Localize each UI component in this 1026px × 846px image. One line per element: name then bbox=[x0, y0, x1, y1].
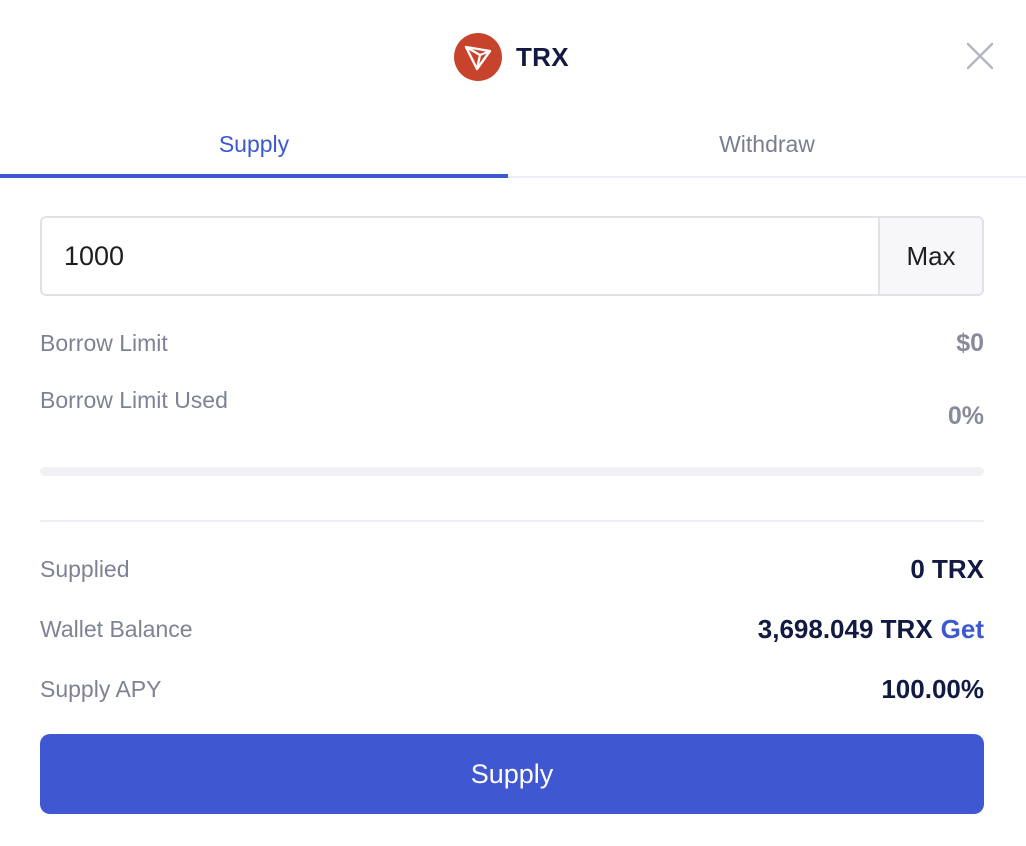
supply-apy-row: Supply APY 100.00% bbox=[40, 669, 984, 709]
max-button[interactable]: Max bbox=[878, 218, 982, 294]
supply-apy-label: Supply APY bbox=[40, 675, 162, 702]
borrow-limit-progress bbox=[40, 467, 984, 476]
modal-header: TRX bbox=[0, 0, 1026, 110]
close-icon[interactable] bbox=[964, 40, 996, 72]
borrow-limit-label: Borrow Limit bbox=[40, 329, 168, 356]
supplied-value: 0 TRX bbox=[910, 553, 984, 584]
divider bbox=[40, 520, 984, 522]
wallet-balance-value: 3,698.049 TRX bbox=[757, 613, 933, 644]
tron-logo-icon bbox=[454, 33, 502, 81]
token-title: TRX bbox=[516, 41, 569, 72]
tab-bar: Supply Withdraw bbox=[0, 110, 1026, 178]
supplied-row: Supplied 0 TRX bbox=[40, 549, 984, 589]
tab-supply[interactable]: Supply bbox=[0, 110, 508, 178]
supplied-label: Supplied bbox=[40, 555, 130, 582]
borrow-limit-used-row: Borrow Limit Used 0% bbox=[40, 387, 984, 431]
borrow-limit-row: Borrow Limit $0 bbox=[40, 323, 984, 363]
token-brand: TRX bbox=[454, 33, 569, 81]
tab-withdraw[interactable]: Withdraw bbox=[508, 110, 1026, 178]
amount-input[interactable] bbox=[42, 218, 878, 294]
get-link[interactable]: Get bbox=[941, 614, 984, 644]
borrow-limit-used-label: Borrow Limit Used bbox=[40, 387, 228, 413]
amount-field: Max bbox=[40, 216, 984, 296]
wallet-balance-group: 3,698.049 TRX Get bbox=[758, 614, 984, 645]
wallet-balance-label: Wallet Balance bbox=[40, 615, 193, 642]
supply-button[interactable]: Supply bbox=[40, 734, 984, 814]
wallet-balance-row: Wallet Balance 3,698.049 TRX Get bbox=[40, 609, 984, 649]
active-tab-indicator bbox=[0, 174, 508, 178]
borrow-limit-value: $0 bbox=[956, 328, 984, 357]
borrow-limit-used-value: 0% bbox=[947, 402, 984, 430]
supply-apy-value: 100.00% bbox=[881, 673, 984, 704]
